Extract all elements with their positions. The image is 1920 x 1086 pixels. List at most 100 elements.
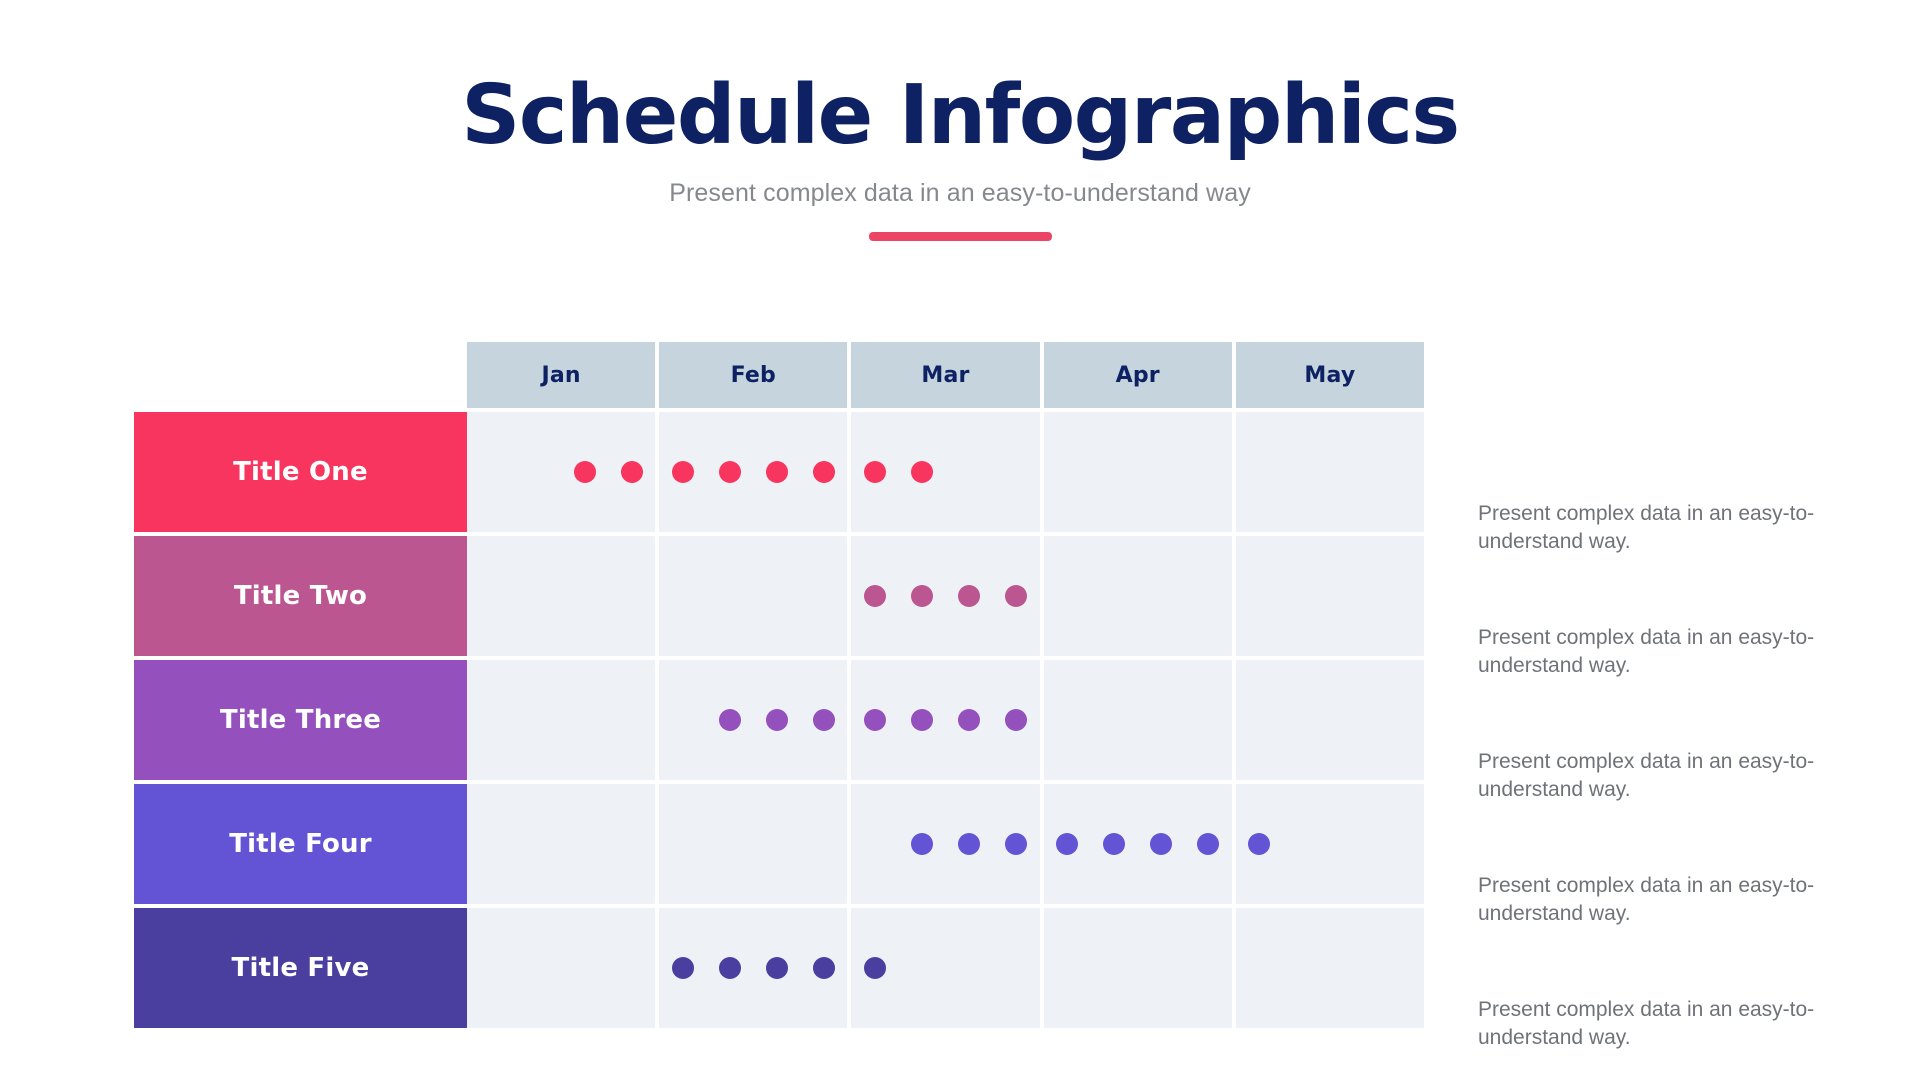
table-row: Title One (134, 412, 1425, 532)
description-row: Present complex data in an easy-to-under… (1478, 838, 1838, 962)
page-title: Schedule Infographics (461, 68, 1460, 163)
row-timeline (467, 536, 1425, 656)
month-header-label: Jan (467, 342, 656, 408)
timeline-track (1043, 784, 1232, 904)
timeline-track (851, 412, 1040, 532)
header-label-spacer (134, 342, 467, 408)
row-label-cell-1[interactable]: Title One (134, 412, 467, 532)
timeline-track (467, 412, 656, 532)
timeline-cell-feb[interactable] (659, 908, 848, 1028)
timeline-track (851, 536, 1040, 656)
row-month-cells (467, 536, 1425, 656)
timeline-cell-may[interactable] (1235, 908, 1425, 1028)
row-label-cell-5[interactable]: Title Five (134, 908, 467, 1028)
description-row: Present complex data in an easy-to-under… (1478, 962, 1838, 1086)
timeline-track (467, 908, 656, 1028)
row-label-cell-3[interactable]: Title Three (134, 660, 467, 780)
description-text: Present complex data in an easy-to-under… (1478, 625, 1815, 677)
timeline-track (659, 412, 848, 532)
timeline-cell-may[interactable] (1235, 412, 1425, 532)
timeline-cell-mar[interactable] (851, 660, 1040, 780)
row-timeline (467, 412, 1425, 532)
table-body: Title One Title Two Title Three Title Four T… (134, 412, 1425, 1028)
table-row: Title Two (134, 536, 1425, 656)
timeline-track (659, 536, 848, 656)
page-subtitle: Present complex data in an easy-to-under… (669, 178, 1251, 207)
description-text: Present complex data in an easy-to-under… (1478, 997, 1815, 1049)
timeline-track (1043, 908, 1232, 1028)
timeline-track (1235, 412, 1425, 532)
month-header-cell-apr[interactable]: Apr (1043, 342, 1232, 408)
row-label-cell-2[interactable]: Title Two (134, 536, 467, 656)
timeline-cell-may[interactable] (1235, 536, 1425, 656)
timeline-cell-jan[interactable] (467, 536, 656, 656)
timeline-track (1235, 660, 1425, 780)
timeline-cell-feb[interactable] (659, 660, 848, 780)
timeline-cell-mar[interactable] (851, 536, 1040, 656)
description-text: Present complex data in an easy-to-under… (1478, 873, 1815, 925)
timeline-track (1043, 660, 1232, 780)
month-header-cell-mar[interactable]: Mar (851, 342, 1040, 408)
row-timeline (467, 660, 1425, 780)
row-label-cell-4[interactable]: Title Four (134, 784, 467, 904)
timeline-cell-apr[interactable] (1043, 908, 1232, 1028)
timeline-cell-apr[interactable] (1043, 536, 1232, 656)
row-label-text: Title Three (134, 660, 467, 780)
row-timeline (467, 908, 1425, 1028)
timeline-cell-may[interactable] (1235, 660, 1425, 780)
table-row: Title Four (134, 784, 1425, 904)
month-header-cell-feb[interactable]: Feb (659, 342, 848, 408)
timeline-track (659, 784, 848, 904)
month-header-cell-may[interactable]: May (1235, 342, 1425, 408)
timeline-track (1043, 412, 1232, 532)
timeline-cell-jan[interactable] (467, 412, 656, 532)
timeline-cell-feb[interactable] (659, 412, 848, 532)
timeline-cell-feb[interactable] (659, 536, 848, 656)
timeline-cell-may[interactable] (1235, 784, 1425, 904)
table-header-row: Jan Feb Mar Apr May (134, 342, 1425, 408)
row-month-cells (467, 784, 1425, 904)
timeline-track (1235, 908, 1425, 1028)
description-row: Present complex data in an easy-to-under… (1478, 466, 1838, 590)
row-label-text: Title Four (134, 784, 467, 904)
timeline-track (1235, 784, 1425, 904)
schedule-table: Jan Feb Mar Apr May Title One Title Two Title … (134, 342, 1425, 1028)
row-label-text: Title One (134, 412, 467, 532)
timeline-cell-mar[interactable] (851, 908, 1040, 1028)
table-row: Title Five (134, 908, 1425, 1028)
timeline-track (1043, 536, 1232, 656)
timeline-cell-jan[interactable] (467, 784, 656, 904)
description-text: Present complex data in an easy-to-under… (1478, 749, 1815, 801)
timeline-cell-apr[interactable] (1043, 784, 1232, 904)
row-month-cells (467, 660, 1425, 780)
timeline-cell-jan[interactable] (467, 660, 656, 780)
timeline-cell-mar[interactable] (851, 412, 1040, 532)
row-label-text: Title Five (134, 908, 467, 1028)
timeline-track (851, 908, 1040, 1028)
month-header-label: May (1235, 342, 1425, 408)
timeline-cell-jan[interactable] (467, 908, 656, 1028)
row-timeline (467, 784, 1425, 904)
timeline-cell-mar[interactable] (851, 784, 1040, 904)
month-header-label: Mar (851, 342, 1040, 408)
description-column: Present complex data in an easy-to-under… (1478, 342, 1838, 1086)
timeline-cell-feb[interactable] (659, 784, 848, 904)
timeline-track (467, 536, 656, 656)
timeline-cell-apr[interactable] (1043, 412, 1232, 532)
month-header-label: Feb (659, 342, 848, 408)
timeline-cell-apr[interactable] (1043, 660, 1232, 780)
month-header-cell-jan[interactable]: Jan (467, 342, 656, 408)
timeline-track (467, 784, 656, 904)
timeline-track (851, 660, 1040, 780)
timeline-track (659, 908, 848, 1028)
row-label-text: Title Two (134, 536, 467, 656)
page-header: Schedule Infographics Present complex da… (0, 0, 1920, 241)
timeline-track (467, 660, 656, 780)
row-month-cells (467, 908, 1425, 1028)
month-header-group: Jan Feb Mar Apr May (467, 342, 1425, 408)
month-header-label: Apr (1043, 342, 1232, 408)
timeline-track (1235, 536, 1425, 656)
timeline-track (659, 660, 848, 780)
description-row: Present complex data in an easy-to-under… (1478, 714, 1838, 838)
